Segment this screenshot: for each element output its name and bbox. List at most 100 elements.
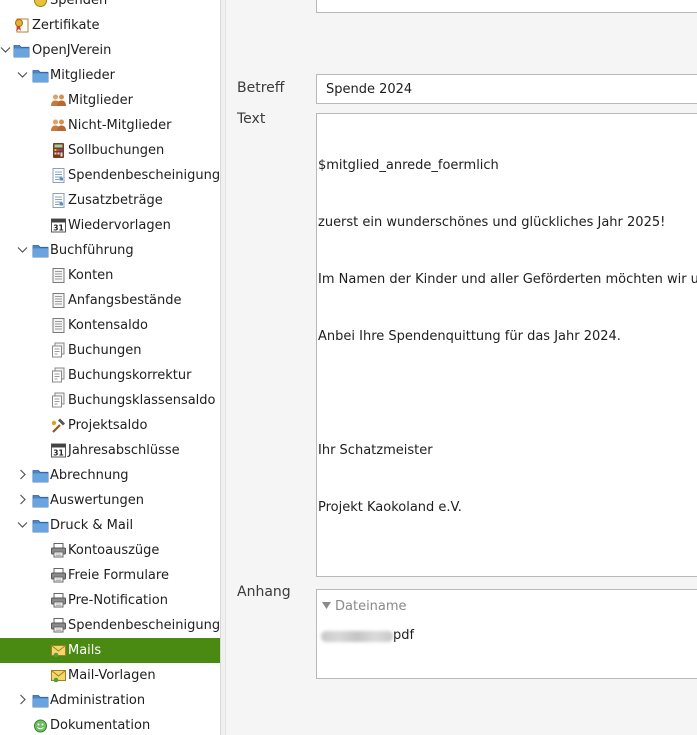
text-line: Ihr Schatzmeister	[318, 443, 433, 458]
chevron-right-icon[interactable]	[17, 494, 28, 505]
tree-item-konten[interactable]: Konten	[0, 263, 220, 288]
tree-item-label: Zertifikate	[32, 18, 100, 33]
tree-item-label: Projektsaldo	[68, 418, 148, 433]
tree-item-label: OpenJVerein	[32, 43, 112, 58]
dateiname-header: Dateiname	[335, 599, 407, 614]
chevron-down-icon[interactable]	[17, 519, 28, 530]
tree-item-buchfuehrung[interactable]: Buchführung	[0, 238, 220, 263]
people-icon	[50, 117, 67, 134]
navigation-tree: Spenden Zertifikate OpenJVerein Mitglieder M…	[0, 0, 220, 735]
tree-item-administration[interactable]: Administration	[0, 688, 220, 713]
tree-item-label: Dokumentation	[50, 718, 151, 733]
tree-item-label: Abrechnung	[50, 468, 129, 483]
tree-item-kontoauszuege[interactable]: Kontoauszüge	[0, 538, 220, 563]
tree-item-label: Mitglieder	[68, 93, 133, 108]
svg-text:31: 31	[53, 224, 63, 233]
document-icon	[50, 167, 67, 184]
tree-item-zusatzbetraege[interactable]: Zusatzbeträge	[0, 188, 220, 213]
folder-icon	[32, 242, 49, 259]
tree-item-mails[interactable]: Mails	[0, 638, 220, 663]
tree-item-auswertungen[interactable]: Auswertungen	[0, 488, 220, 513]
printer-icon	[50, 617, 67, 634]
sort-down-icon	[322, 602, 331, 609]
folder-icon	[32, 467, 49, 484]
tree-item-druck-mail[interactable]: Druck & Mail	[0, 513, 220, 538]
tree-item-label: Kontensaldo	[68, 318, 148, 333]
mail-text-area[interactable]: $mitglied_anrede_foermlich zuerst ein wu…	[316, 113, 697, 577]
hammer-icon	[50, 417, 67, 434]
tree-item-pre-notification[interactable]: Pre-Notification	[0, 588, 220, 613]
ledger-icon	[50, 267, 67, 284]
tree-item-kontensaldo[interactable]: Kontensaldo	[0, 313, 220, 338]
pages-icon	[50, 367, 67, 384]
attachment-table[interactable]: Dateiname pdf	[316, 589, 697, 679]
tree-item-buchungen[interactable]: Buchungen	[0, 338, 220, 363]
text-line: Im Namen der Kinder und aller Geförderte…	[318, 272, 697, 287]
tree-item-label: Spenden	[50, 0, 108, 8]
tree-item-spendenbescheinigungen-1[interactable]: Spendenbescheinigungen	[0, 163, 220, 188]
tree-item-spenden[interactable]: Spenden	[0, 0, 220, 13]
text-line: Projekt Kaokoland e.V.	[318, 500, 462, 515]
ledger-icon	[50, 292, 67, 309]
chevron-right-icon[interactable]	[17, 469, 28, 480]
tree-item-dokumentation[interactable]: Dokumentation	[0, 713, 220, 735]
folder-icon	[32, 517, 49, 534]
calendar-icon: 31	[50, 442, 67, 459]
tree-item-freie-formulare[interactable]: Freie Formulare	[0, 563, 220, 588]
mail-icon	[50, 667, 67, 684]
tree-item-label: Konten	[68, 268, 114, 283]
tree-item-buchungsklassensaldo[interactable]: Buchungsklassensaldo	[0, 388, 220, 413]
tree-item-label: Mails	[68, 643, 102, 658]
tree-item-sollbuchungen[interactable]: Sollbuchungen	[0, 138, 220, 163]
tree-item-label: Zusatzbeträge	[68, 193, 163, 208]
tree-item-label: Administration	[50, 693, 146, 708]
folder-icon	[32, 67, 49, 84]
text-line: $mitglied_anrede_foermlich	[318, 158, 499, 173]
tree-item-anfangsbestaende[interactable]: Anfangsbestände	[0, 288, 220, 313]
tree-item-nicht-mitglieder[interactable]: Nicht-Mitglieder	[0, 113, 220, 138]
ledger-icon	[50, 317, 67, 334]
tree-item-jahresabschluesse[interactable]: 31 Jahresabschlüsse	[0, 438, 220, 463]
calendar-icon: 31	[50, 217, 67, 234]
recipient-field[interactable]	[316, 0, 697, 13]
chevron-down-icon[interactable]	[0, 44, 11, 55]
tree-item-label: Spendenbescheinigungen	[68, 618, 220, 633]
tree-item-label: Anfangsbestände	[68, 293, 182, 308]
tree-item-mail-vorlagen[interactable]: Mail-Vorlagen	[0, 663, 220, 688]
document-icon	[50, 192, 67, 209]
tree-item-label: Freie Formulare	[68, 568, 169, 583]
certificate-icon	[13, 17, 30, 34]
chevron-right-icon[interactable]	[17, 694, 28, 705]
tree-item-openjverein[interactable]: OpenJVerein	[0, 38, 220, 63]
tree-item-wiedervorlagen[interactable]: 31 Wiedervorlagen	[0, 213, 220, 238]
chevron-down-icon[interactable]	[17, 69, 28, 80]
tree-item-label: Buchführung	[50, 243, 134, 258]
tree-item-projektsaldo[interactable]: Projektsaldo	[0, 413, 220, 438]
betreff-input[interactable]	[316, 74, 697, 104]
tree-item-spendenbescheinigungen-2[interactable]: Spendenbescheinigungen	[0, 613, 220, 638]
printer-icon	[50, 542, 67, 559]
help-icon	[32, 717, 49, 734]
attachment-column-header[interactable]: Dateiname	[317, 590, 697, 624]
attachment-row[interactable]: pdf	[321, 628, 414, 646]
tree-item-abrechnung[interactable]: Abrechnung	[0, 463, 220, 488]
people-icon	[50, 92, 67, 109]
folder-icon	[13, 42, 30, 59]
folder-icon	[32, 492, 49, 509]
tree-item-label: Pre-Notification	[68, 593, 168, 608]
tree-item-mitglieder-folder[interactable]: Mitglieder	[0, 63, 220, 88]
chevron-down-icon[interactable]	[17, 244, 28, 255]
tree-item-label: Kontoauszüge	[68, 543, 160, 558]
tree-item-label: Druck & Mail	[50, 518, 134, 533]
tree-item-label: Buchungen	[68, 343, 142, 358]
text-line: Anbei Ihre Spendenquittung für das Jahr …	[318, 329, 621, 344]
text-label: Text	[237, 111, 266, 127]
money-icon	[32, 0, 49, 9]
tree-item-mitglieder[interactable]: Mitglieder	[0, 88, 220, 113]
tree-item-zertifikate[interactable]: Zertifikate	[0, 13, 220, 38]
pages-icon	[50, 392, 67, 409]
text-line: zuerst ein wunderschönes und glückliches…	[318, 215, 666, 230]
tree-item-buchungskorrektur[interactable]: Buchungskorrektur	[0, 363, 220, 388]
tree-item-label: Buchungsklassensaldo	[68, 393, 216, 408]
tree-item-label: Mitglieder	[50, 68, 115, 83]
